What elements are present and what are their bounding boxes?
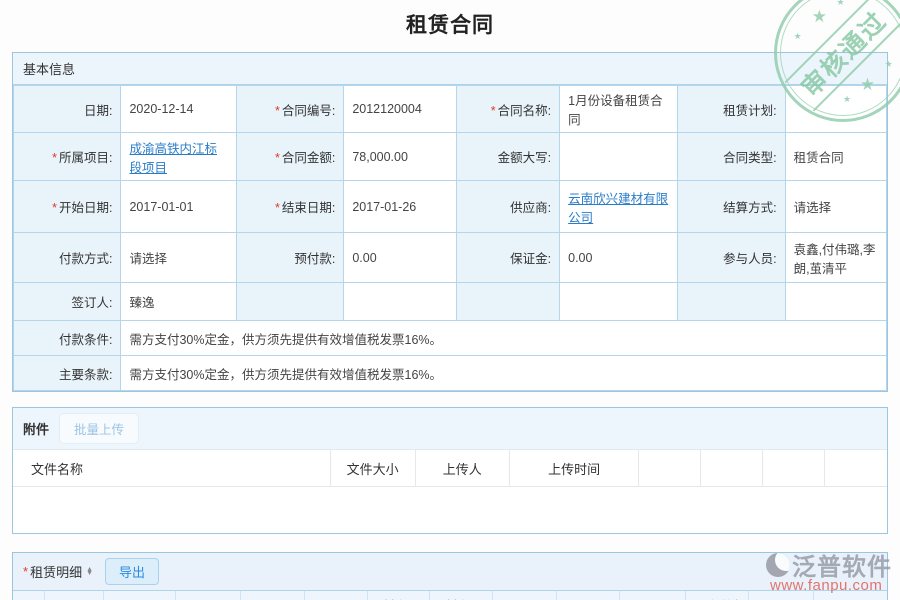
attachments-section: 附件 批量上传 文件名称 文件大小 上传人 上传时间 [12,407,888,534]
table-row: 主要条款: 需方支付30%定金，供方须先提供有效增值税发票16%。 [14,356,887,391]
table-row: 付款方式: 请选择 预付款: 0.00 保证金: 0.00 参与人员: 袁鑫,付… [14,233,887,283]
empty-value [785,283,886,321]
amount-value: 78,000.00 [344,133,457,181]
supplier-value: 云南欣兴建材有限公司 [560,181,678,233]
contract-name-value: 1月份设备租赁合同 [560,86,678,133]
col-rental-days: *租赁天数 [493,591,557,600]
rental-plan-value [785,86,886,133]
contract-type-value: 租赁合同 [785,133,886,181]
deposit-value: 0.00 [560,233,678,283]
supplier-link[interactable]: 云南欣兴建材有限公司 [568,192,668,225]
settlement-label: 结算方式: [678,181,785,233]
supplier-label: 供应商: [457,181,560,233]
main-clauses-label: 主要条款: [14,356,121,391]
signer-value: 臻逸 [121,283,236,321]
col-empty [763,450,825,487]
contract-type-label: 合同类型: [678,133,785,181]
col-tax-rate: *税率(%) [557,591,620,600]
rental-details-header-row: 序号 *租赁物品 规格型号 单位 *数量 *含税单价 *计划进场日期 *计划退场… [13,591,887,600]
rental-details-table: 序号 *租赁物品 规格型号 单位 *数量 *含税单价 *计划进场日期 *计划退场… [13,591,887,600]
amount-words-value [560,133,678,181]
end-date-value: 2017-01-26 [344,181,457,233]
prepayment-label: 预付款: [236,233,343,283]
start-date-label: *开始日期: [14,181,121,233]
col-item: *租赁物品 [44,591,103,600]
sort-icon[interactable]: ▲▼ [86,568,93,576]
col-unit: 单位 [176,591,241,600]
table-row: 签订人: 臻逸 [14,283,887,321]
rental-details-section: * 租赁明细 ▲▼ 导出 序号 *租赁物品 规格型号 单位 *数量 *含税单价 … [12,552,888,600]
export-button[interactable]: 导出 [105,558,159,585]
col-amount-with-tax: 含税金额 [814,591,888,600]
col-amount-no-tax: 不含税金额 [686,591,749,600]
col-price-with-tax: *含税单价 [305,591,368,600]
empty-label [457,283,560,321]
attachments-header: 附件 批量上传 [13,408,887,449]
participants-value: 袁鑫,付伟璐,李朗,茧清平 [785,233,886,283]
payment-terms-value: 需方支付30%定金，供方须先提供有效增值税发票16%。 [121,321,887,356]
prepayment-value: 0.00 [344,233,457,283]
basic-info-section: 基本信息 日期: 2020-12-14 *合同编号: 2012120004 *合… [12,52,888,392]
bulk-upload-button[interactable]: 批量上传 [59,413,139,444]
attachments-header-row: 文件名称 文件大小 上传人 上传时间 [13,450,887,487]
signer-label: 签订人: [14,283,121,321]
empty-value [344,283,457,321]
basic-info-title: 基本信息 [13,53,887,85]
rental-details-title: * 租赁明细 ▲▼ [23,562,93,581]
col-quantity: *数量 [240,591,305,600]
table-row: 付款条件: 需方支付30%定金，供方须先提供有效增值税发票16%。 [14,321,887,356]
rental-plan-label: 租赁计划: [678,86,785,133]
date-value: 2020-12-14 [121,86,236,133]
project-value: 成渝高铁内江标段项目 [121,133,236,181]
col-empty [639,450,701,487]
amount-words-label: 金额大写: [457,133,560,181]
col-tax-amount: 税额 [749,591,814,600]
end-date-label: *结束日期: [236,181,343,233]
table-row: *所属项目: 成渝高铁内江标段项目 *合同金额: 78,000.00 金额大写:… [14,133,887,181]
project-label: *所属项目: [14,133,121,181]
rental-details-header: * 租赁明细 ▲▼ 导出 [13,553,887,591]
col-exit-date: *计划退场日期 [430,591,493,600]
table-row: *开始日期: 2017-01-01 *结束日期: 2017-01-26 供应商:… [14,181,887,233]
basic-info-table: 日期: 2020-12-14 *合同编号: 2012120004 *合同名称: … [13,85,887,391]
empty-value [560,283,678,321]
col-seq: 序号 [13,591,44,600]
col-uploader: 上传人 [415,450,509,487]
deposit-label: 保证金: [457,233,560,283]
col-file-name: 文件名称 [13,450,330,487]
empty-label [236,283,343,321]
main-clauses-value: 需方支付30%定金，供方须先提供有效增值税发票16%。 [121,356,887,391]
project-link[interactable]: 成渝高铁内江标段项目 [129,142,217,175]
amount-label: *合同金额: [236,133,343,181]
start-date-value: 2017-01-01 [121,181,236,233]
payment-method-value: 请选择 [121,233,236,283]
col-upload-time: 上传时间 [509,450,638,487]
contract-name-label: *合同名称: [457,86,560,133]
contract-no-label: *合同编号: [236,86,343,133]
payment-method-label: 付款方式: [14,233,121,283]
empty-label [678,283,785,321]
col-empty [825,450,887,487]
settlement-value: 请选择 [785,181,886,233]
attachments-title: 附件 [23,419,49,438]
attachments-empty-body [13,487,887,533]
participants-label: 参与人员: [678,233,785,283]
contract-no-value: 2012120004 [344,86,457,133]
col-file-size: 文件大小 [330,450,415,487]
page-title: 租赁合同 [0,0,900,39]
col-price-no-tax: 不含税单价 [619,591,685,600]
attachments-table: 文件名称 文件大小 上传人 上传时间 [13,449,887,487]
table-row: 日期: 2020-12-14 *合同编号: 2012120004 *合同名称: … [14,86,887,133]
col-spec: 规格型号 [104,591,176,600]
payment-terms-label: 付款条件: [14,321,121,356]
date-label: 日期: [14,86,121,133]
page: 租赁合同 审核通过 ★ ★ ★ ★ ★ ★ 基本信息 日期: 2020-12-1… [0,0,900,600]
col-empty [701,450,763,487]
col-entry-date: *计划进场日期 [368,591,430,600]
